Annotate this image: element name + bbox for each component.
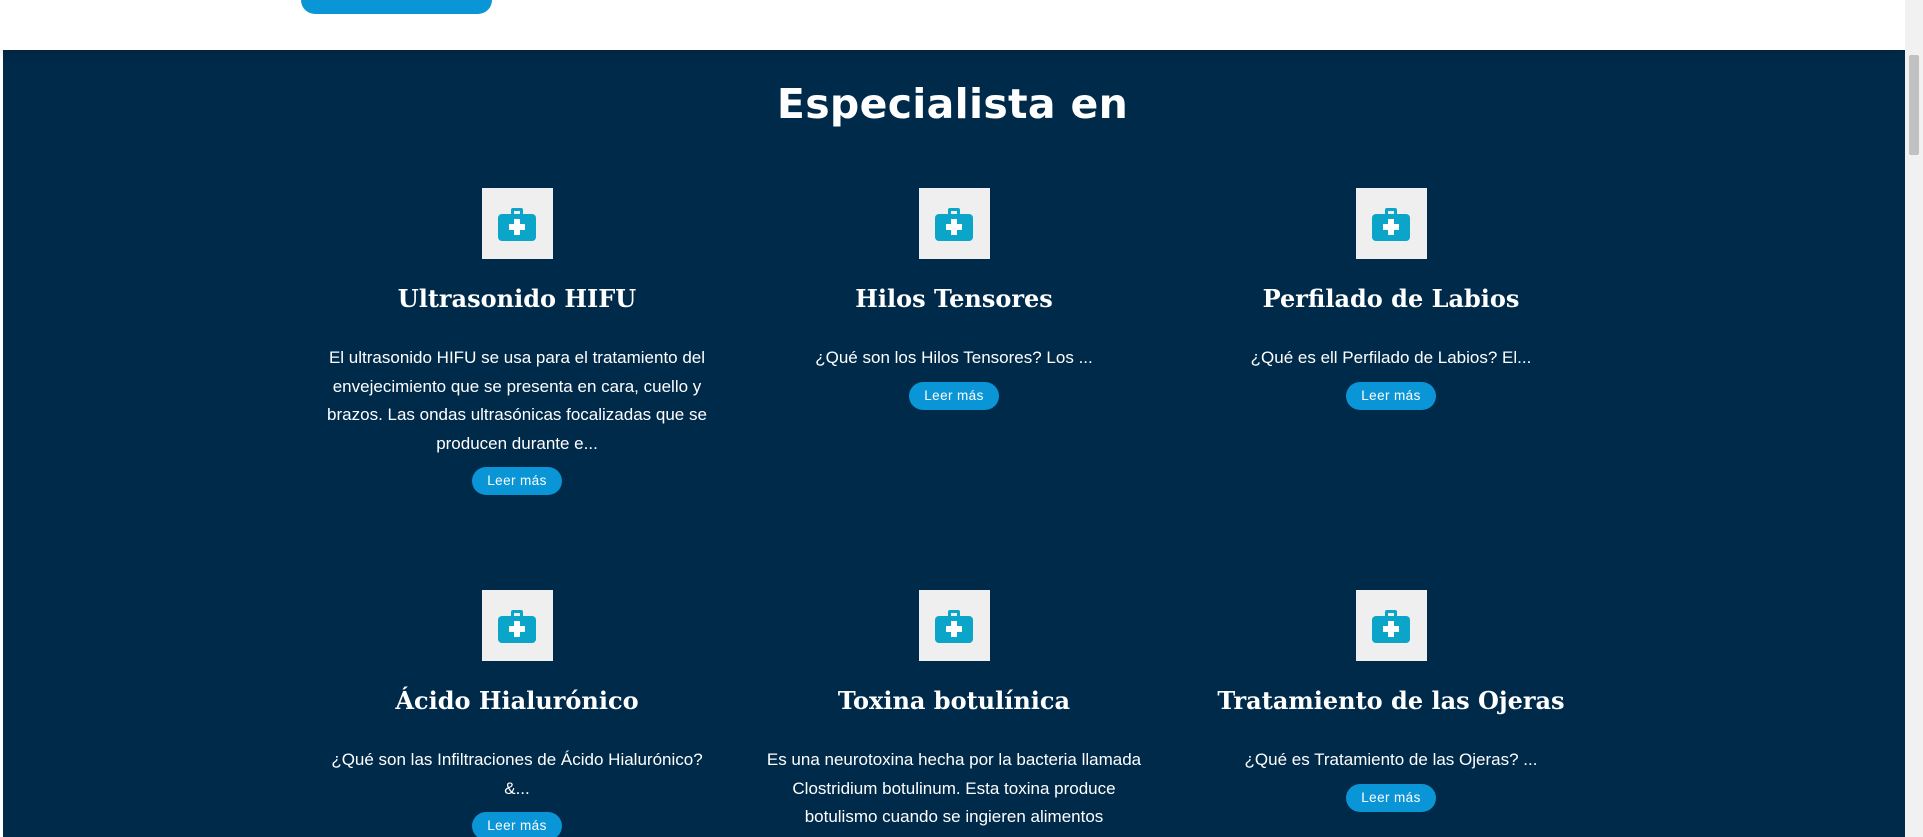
card-ultrasonido-hifu: Ultrasonido HIFU El ultrasonido HIFU se …: [307, 188, 727, 495]
card-perfilado-de-labios: Perfilado de Labios ¿Qué es ell Perfilad…: [1181, 188, 1601, 410]
top-cta-button[interactable]: [301, 0, 492, 14]
scrollbar-thumb[interactable]: [1909, 55, 1919, 155]
page: Especialista en Ultrasonido HIFU El ultr…: [0, 0, 1923, 837]
card-title: Tratamiento de las Ojeras: [1217, 686, 1565, 715]
icon-box: [481, 590, 553, 661]
card-tratamiento-ojeras: Tratamiento de las Ojeras ¿Qué es Tratam…: [1181, 590, 1601, 812]
medkit-icon: [1372, 609, 1410, 643]
read-more-button[interactable]: Leer más: [1346, 381, 1436, 410]
read-more-button[interactable]: Leer más: [909, 381, 999, 410]
medkit-icon: [935, 207, 973, 241]
card-excerpt: ¿Qué es Tratamiento de las Ojeras? ...: [1244, 750, 1538, 769]
medkit-icon: [935, 609, 973, 643]
medkit-icon: [498, 609, 536, 643]
icon-box: [481, 188, 553, 259]
card-excerpt: El ultrasonido HIFU se usa para el trata…: [327, 348, 707, 453]
icon-box: [1355, 188, 1427, 259]
card-title: Toxina botulínica: [837, 686, 1071, 715]
icon-box: [918, 590, 990, 661]
read-more-button[interactable]: Leer más: [472, 467, 562, 495]
card-excerpt: Es una neurotoxina hecha por la bacteria…: [766, 750, 1142, 837]
section-title: Especialista en: [776, 80, 1129, 128]
read-more-button[interactable]: Leer más: [472, 812, 562, 837]
medkit-icon: [498, 207, 536, 241]
medkit-icon: [1372, 207, 1410, 241]
header-strip: [0, 0, 1905, 50]
card-acido-hialuronico: Ácido Hialurónico ¿Qué son las Infiltrac…: [307, 590, 727, 837]
read-more-button[interactable]: Leer más: [1346, 783, 1436, 812]
icon-box: [1355, 590, 1427, 661]
icon-box: [918, 188, 990, 259]
card-title: Ultrasonido HIFU: [397, 284, 637, 313]
card-excerpt: ¿Qué es ell Perfilado de Labios? El...: [1250, 348, 1532, 367]
card-title: Perfilado de Labios: [1262, 284, 1520, 313]
card-excerpt: ¿Qué son las Infiltraciones de Ácido Hia…: [331, 750, 703, 798]
card-title: Hilos Tensores: [855, 284, 1053, 313]
card-title: Ácido Hialurónico: [395, 686, 639, 715]
vertical-scrollbar[interactable]: [1905, 0, 1923, 837]
card-toxina-botulinica: Toxina botulínica Es una neurotoxina hec…: [744, 590, 1164, 837]
card-excerpt: ¿Qué son los Hilos Tensores? Los ...: [815, 348, 1093, 367]
card-hilos-tensores: Hilos Tensores ¿Qué son los Hilos Tensor…: [744, 188, 1164, 410]
